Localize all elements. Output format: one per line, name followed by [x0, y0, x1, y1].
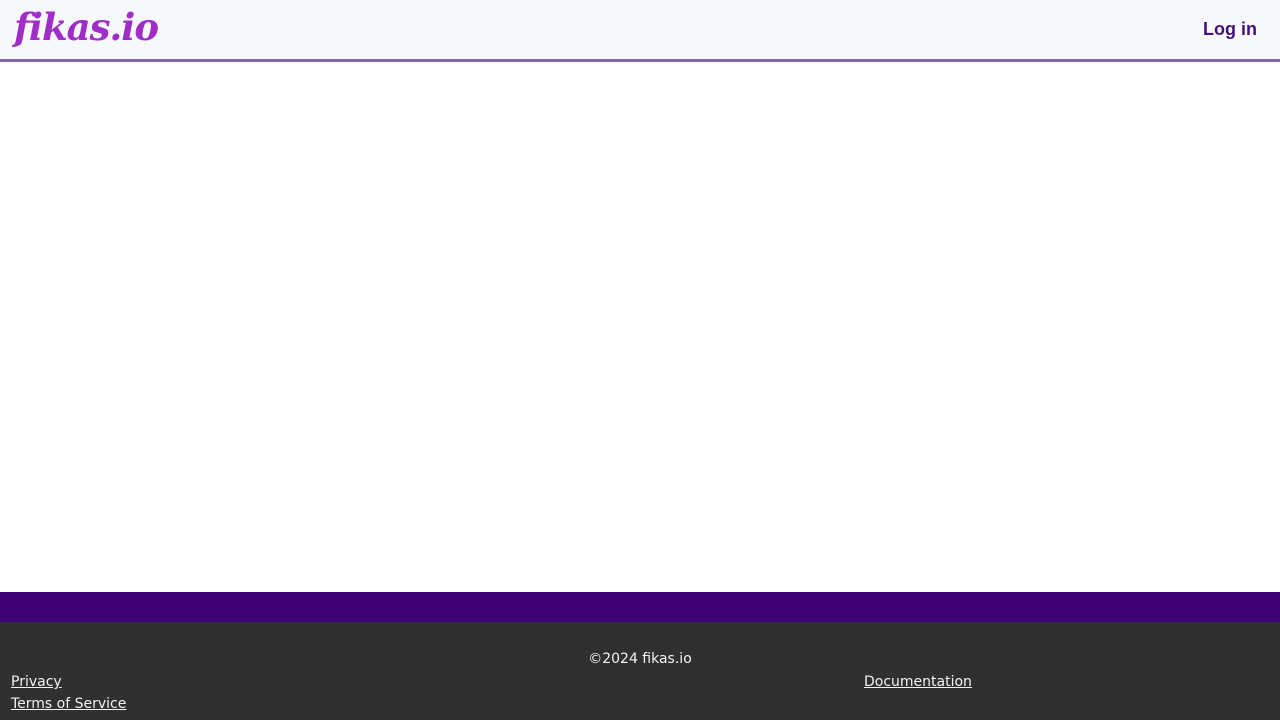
documentation-link[interactable]: Documentation: [864, 674, 972, 690]
footer: ©2024 fikas.io Privacy Terms of Service …: [0, 622, 1280, 720]
footer-band: [0, 592, 1280, 622]
page: fikas.io Log in ©2024 fikas.io Privacy T…: [0, 0, 1280, 720]
main-content: [0, 62, 1280, 592]
logo-link[interactable]: fikas.io: [14, 2, 159, 52]
copyright-text: ©2024 fikas.io: [588, 651, 692, 667]
terms-of-service-link[interactable]: Terms of Service: [11, 696, 126, 712]
top-navbar: fikas.io Log in: [0, 0, 1280, 62]
privacy-link[interactable]: Privacy: [11, 674, 62, 690]
login-link[interactable]: Log in: [1203, 18, 1257, 40]
